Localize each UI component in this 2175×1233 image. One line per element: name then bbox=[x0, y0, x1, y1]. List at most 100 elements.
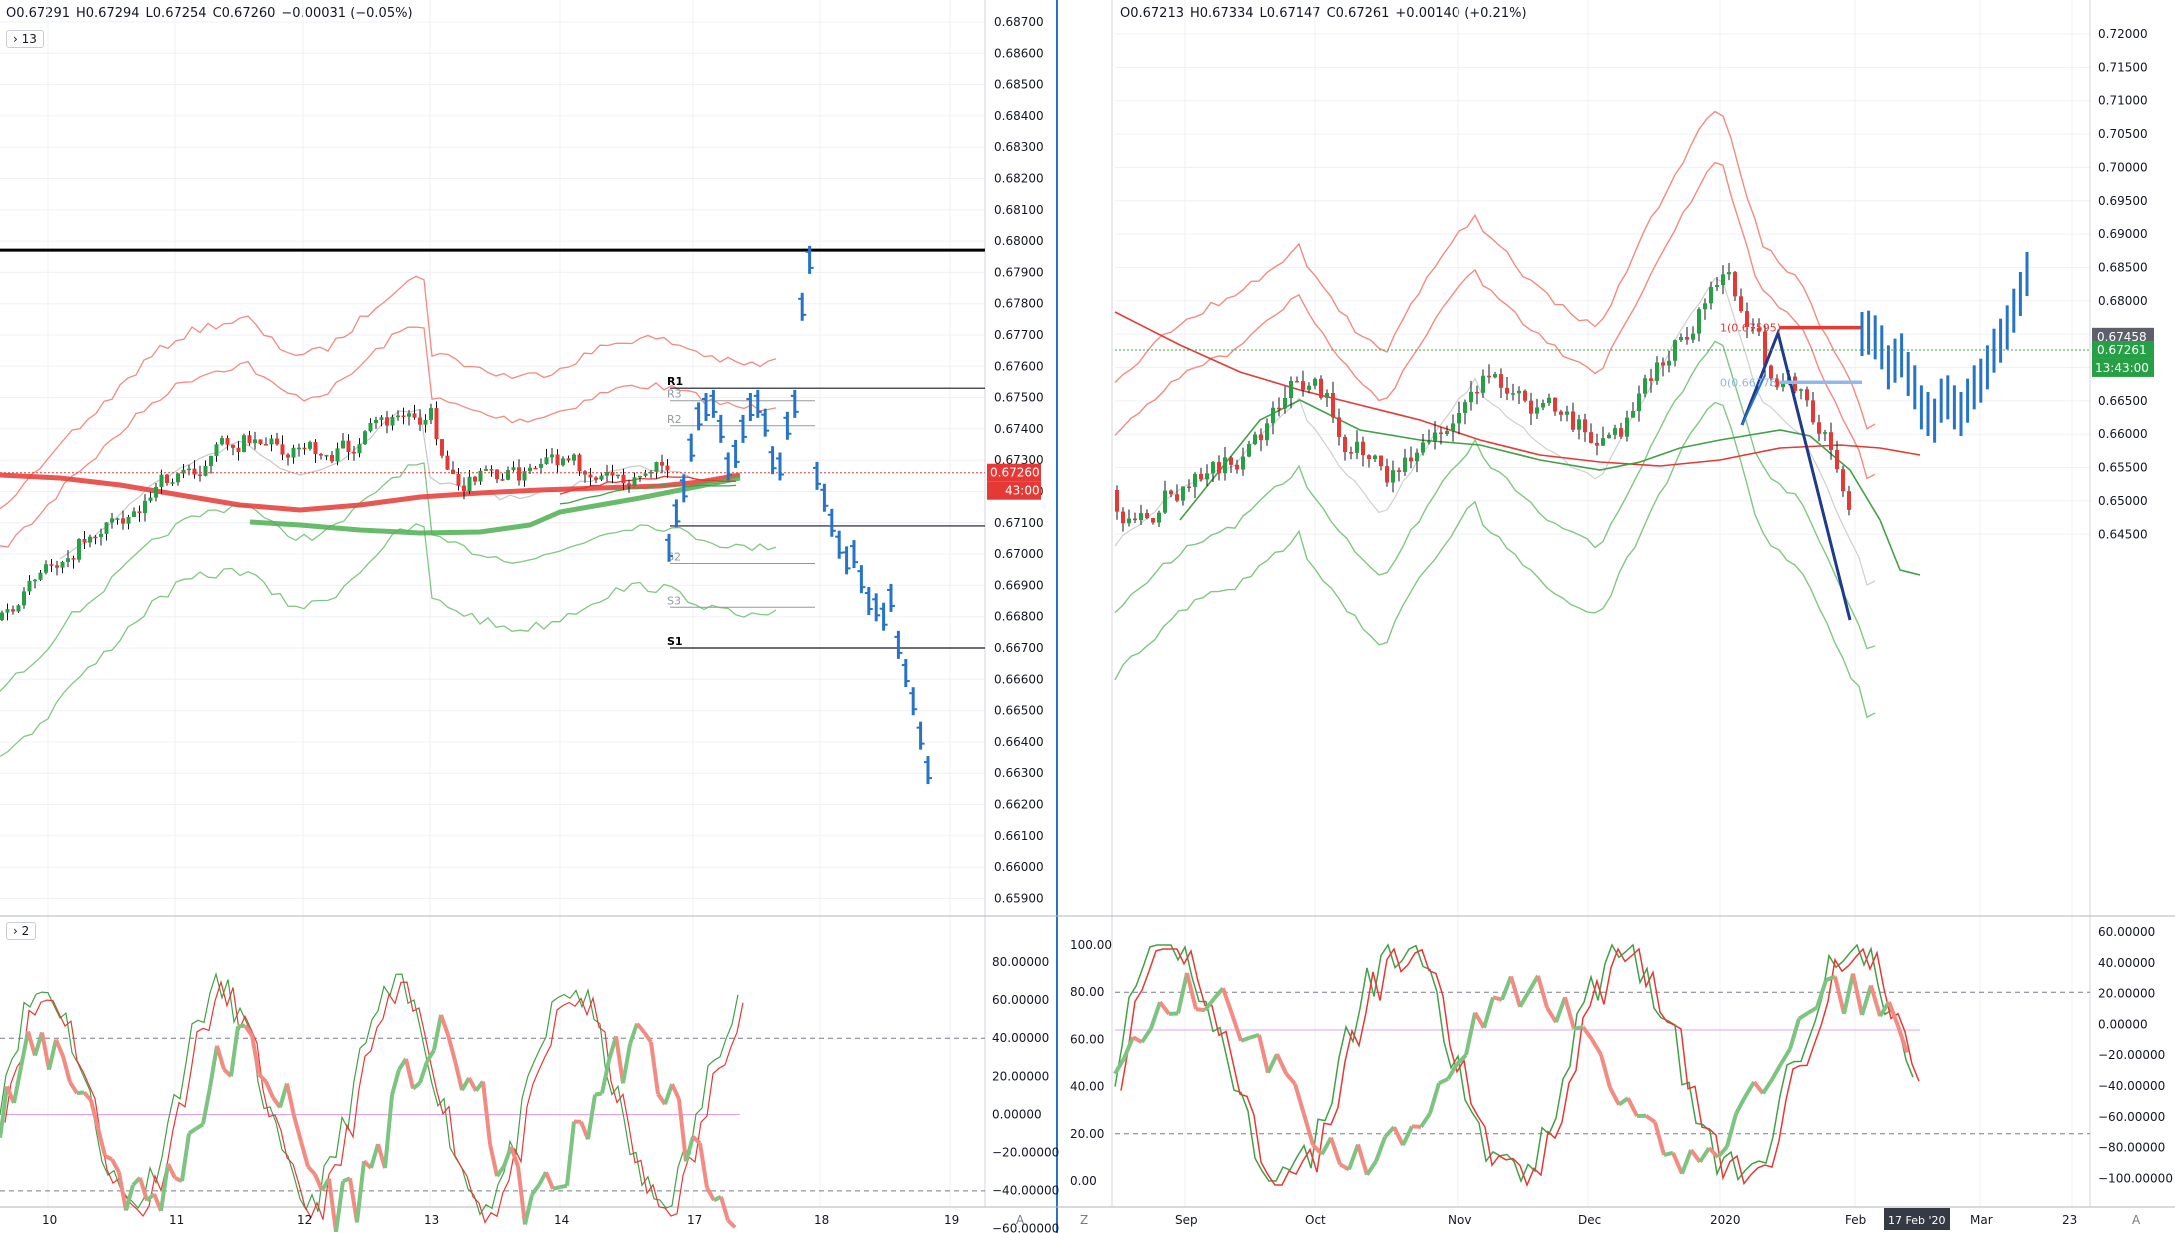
right-momentum-segment bbox=[1698, 1146, 1711, 1164]
candle-body bbox=[44, 564, 48, 573]
candle-body bbox=[352, 452, 356, 454]
candle-body bbox=[1535, 407, 1539, 414]
left-momentum-segment bbox=[481, 1081, 492, 1145]
candle-body bbox=[49, 564, 54, 566]
left-momentum-segment bbox=[76, 1090, 85, 1096]
candle-body bbox=[198, 474, 202, 477]
candle-body bbox=[1427, 440, 1431, 443]
right-price-tick: 0.64500 bbox=[2098, 527, 2148, 541]
left-price-tick: 0.67500 bbox=[994, 391, 1044, 405]
candle-body bbox=[22, 591, 26, 606]
left-momentum-segment bbox=[649, 1041, 660, 1095]
left-lower-band-inner bbox=[0, 462, 777, 692]
candle-body bbox=[121, 518, 125, 524]
candle-body bbox=[374, 419, 378, 423]
right-osc-left-tick: 0.00 bbox=[1070, 1174, 1097, 1188]
left-price-tick: 0.68100 bbox=[994, 203, 1044, 217]
candle-body bbox=[1337, 417, 1341, 437]
candle-body bbox=[242, 435, 246, 453]
right-momentum-segment bbox=[1500, 975, 1513, 1001]
candle-body bbox=[1565, 411, 1569, 415]
candle-body bbox=[1283, 398, 1287, 409]
left-momentum-segment bbox=[369, 1143, 380, 1169]
candle-body bbox=[1217, 462, 1221, 474]
right-osc-left-tick: 40.00 bbox=[1070, 1080, 1104, 1094]
candle-body bbox=[220, 438, 224, 445]
countdown-text: 43:00 bbox=[1005, 484, 1040, 498]
candle-body bbox=[1253, 434, 1257, 445]
candle-body bbox=[77, 539, 81, 560]
candle-body bbox=[286, 454, 290, 458]
pivot-s1-label: S1 bbox=[667, 635, 683, 648]
left-momentum-segment bbox=[453, 1060, 464, 1091]
left-momentum-segment bbox=[104, 1154, 113, 1162]
right-momentum-segment bbox=[1573, 1025, 1584, 1031]
left-price-tick: 0.67900 bbox=[994, 265, 1044, 279]
candle-body bbox=[1637, 393, 1641, 412]
candle-body bbox=[1499, 374, 1503, 388]
candle-body bbox=[1643, 378, 1647, 394]
candle-body bbox=[1133, 518, 1137, 521]
left-momentum-segment bbox=[705, 1186, 716, 1202]
left-momentum-segment bbox=[96, 1127, 107, 1157]
candle-body bbox=[1139, 513, 1143, 521]
candle-body bbox=[1259, 434, 1263, 441]
left-momentum-segment bbox=[439, 1014, 450, 1036]
candle-body bbox=[1721, 274, 1725, 286]
candle-body bbox=[1265, 423, 1269, 441]
candle-body bbox=[71, 558, 76, 560]
right-price-tick: 0.70500 bbox=[2098, 127, 2148, 141]
right-momentum-segment bbox=[1626, 1097, 1639, 1117]
left-momentum-segment bbox=[390, 1068, 401, 1096]
right-momentum-segment bbox=[1284, 1072, 1297, 1086]
right-momentum-segment bbox=[1347, 1143, 1360, 1171]
candle-body bbox=[1655, 362, 1659, 381]
left-osc-tick: −60.00000 bbox=[992, 1222, 1059, 1233]
right-momentum-segment bbox=[1761, 1078, 1774, 1095]
candle-body bbox=[1379, 455, 1383, 467]
candle-body bbox=[1601, 438, 1605, 446]
right-momentum-segment bbox=[1563, 996, 1576, 1030]
right-momentum-segment bbox=[1419, 1112, 1432, 1128]
candle-body bbox=[577, 454, 582, 472]
candle-body bbox=[1391, 470, 1395, 483]
right-momentum-segment bbox=[1132, 1035, 1143, 1044]
candle-body bbox=[588, 474, 593, 478]
left-price-tick: 0.68700 bbox=[994, 15, 1044, 29]
candle-body bbox=[1301, 381, 1305, 390]
candle-body bbox=[451, 469, 455, 475]
candle-body bbox=[1817, 422, 1821, 434]
left-momentum-segment bbox=[418, 1060, 429, 1084]
left-price-tick: 0.68600 bbox=[994, 46, 1044, 60]
left-price-tick: 0.65900 bbox=[994, 891, 1044, 905]
chart-canvas[interactable]: 0.68700 0.68600 0.68500 0.68400 0.68300 0.682… bbox=[0, 0, 2175, 1233]
right-osc-right-tick: −60.00000 bbox=[2098, 1110, 2165, 1124]
candle-body bbox=[1145, 513, 1149, 519]
left-osc-tick: 40.00000 bbox=[992, 1031, 1049, 1045]
left-osc-tick: 20.00000 bbox=[992, 1069, 1049, 1083]
right-osc-right-tick: 60.00000 bbox=[2098, 925, 2155, 939]
candle-body bbox=[1385, 466, 1389, 483]
right-momentum-segment bbox=[1275, 1053, 1288, 1075]
candle-body bbox=[324, 455, 329, 457]
left-date-tick: 14 bbox=[554, 1213, 569, 1227]
right-momentum-segment bbox=[1734, 1096, 1747, 1115]
candle-body bbox=[1835, 449, 1839, 470]
right-momentum-segment bbox=[1644, 1114, 1657, 1124]
left-momentum-segment bbox=[229, 1026, 240, 1077]
right-momentum-segment bbox=[1257, 1034, 1270, 1074]
candle-body bbox=[572, 454, 576, 461]
candle-body bbox=[165, 474, 169, 483]
left-price-tick: 0.68300 bbox=[994, 140, 1044, 154]
right-price-tick: 0.70000 bbox=[2098, 160, 2148, 174]
candle-body bbox=[445, 455, 450, 470]
left-momentum-segment bbox=[544, 1171, 555, 1190]
candle-body bbox=[1331, 392, 1335, 418]
right-momentum-segment bbox=[1140, 1027, 1153, 1044]
candle-body bbox=[665, 465, 670, 471]
candle-body bbox=[1493, 374, 1497, 378]
left-price-tick: 0.66300 bbox=[994, 766, 1044, 780]
candle-body bbox=[1841, 469, 1845, 492]
candle-body bbox=[132, 511, 136, 517]
right-momentum-segment bbox=[1392, 1126, 1405, 1147]
